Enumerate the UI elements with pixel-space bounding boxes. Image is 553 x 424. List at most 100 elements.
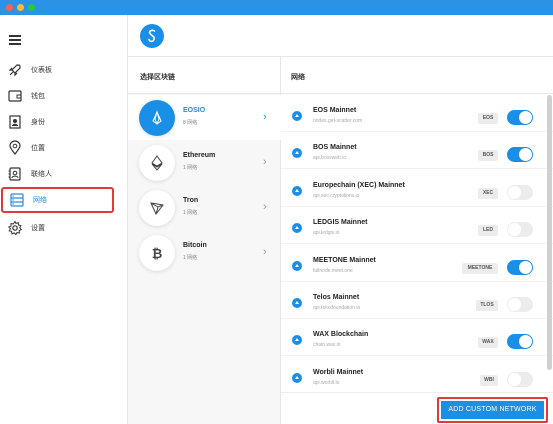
sidebar-item-label: 网络 xyxy=(33,197,47,204)
svg-text:₿: ₿ xyxy=(152,247,163,262)
server-icon xyxy=(10,193,24,207)
network-symbol-badge: XEC xyxy=(478,187,498,199)
rocket-icon xyxy=(8,64,21,77)
network-enable-toggle[interactable] xyxy=(507,259,533,275)
chain-item-eosio[interactable]: EOSIO 8 网络 › xyxy=(128,95,281,140)
network-symbol-badge: WBI xyxy=(480,374,498,386)
expand-icon[interactable] xyxy=(292,111,302,121)
toggle-knob xyxy=(519,111,532,124)
network-name: Worbli Mainnet xyxy=(313,368,364,376)
network-host: fullnode.meet.one xyxy=(313,267,353,274)
expand-icon[interactable] xyxy=(292,260,302,271)
network-symbol-badge: MEETONE xyxy=(462,262,498,274)
sidebar-item-settings[interactable]: 设置 xyxy=(0,215,128,241)
network-row: LEDGIS Mainnet api.ledgis.io LED xyxy=(281,207,553,245)
sidebar-item-wallet[interactable]: 钱包 xyxy=(0,83,128,109)
close-window-button[interactable] xyxy=(6,4,13,11)
network-name: WAX Blockchain xyxy=(313,331,369,339)
chevron-right-icon: › xyxy=(263,111,267,123)
toggle-knob xyxy=(519,148,532,162)
tron-logo-icon xyxy=(139,190,175,226)
panel-title: 选择区块链 xyxy=(140,74,175,81)
toggle-knob xyxy=(508,223,521,237)
toggle-knob xyxy=(519,260,532,274)
chain-name: Bitcoin xyxy=(183,242,207,249)
network-row: WAX Blockchain chain.wax.io WAX xyxy=(281,319,553,357)
expand-icon[interactable] xyxy=(292,372,302,383)
expand-icon[interactable] xyxy=(292,298,302,308)
chain-name: Tron xyxy=(183,197,199,204)
network-host: api.telosfoundation.io xyxy=(313,305,361,311)
network-row: EOS Mainnet nodes.get-scatter.com EOS xyxy=(281,95,553,132)
network-name: LEDGIS Mainnet xyxy=(313,219,368,227)
chain-network-count: 1 网络 xyxy=(183,165,198,171)
blockchain-panel: 选择区块链 EOSIO 8 网络 › Ethereum 1 网络 › Tron … xyxy=(128,57,281,424)
sidebar-item-contacts[interactable]: 联络人 xyxy=(0,161,128,187)
network-enable-toggle[interactable] xyxy=(507,371,533,387)
sidebar-item-label: 联络人 xyxy=(31,171,52,178)
network-row: Telos Mainnet api.telosfoundation.io TLOS xyxy=(281,282,553,319)
network-name: Europechain (XEC) Mainnet xyxy=(313,181,405,189)
chevron-right-icon: › xyxy=(263,201,267,213)
toggle-knob xyxy=(519,335,532,349)
chain-network-count: 8 网络 xyxy=(183,120,198,126)
network-symbol-badge: WAX xyxy=(478,337,498,349)
expand-icon[interactable] xyxy=(292,148,302,159)
network-row: MEETONE Mainnet fullnode.meet.one MEETONE xyxy=(281,245,553,282)
network-enable-toggle[interactable] xyxy=(507,334,533,350)
toggle-knob xyxy=(508,298,521,311)
expand-icon[interactable] xyxy=(292,335,302,346)
network-enable-toggle[interactable] xyxy=(507,297,533,312)
network-enable-toggle[interactable] xyxy=(507,222,533,238)
networks-scrollbar[interactable] xyxy=(547,95,552,370)
wallet-icon xyxy=(8,90,22,102)
network-row: Europechain (XEC) Mainnet api.xec.cryptol… xyxy=(281,170,553,207)
networks-footer: ADD CUSTOM NETWORK xyxy=(281,392,553,424)
contacts-icon xyxy=(8,167,21,181)
network-name: EOS Mainnet xyxy=(313,107,357,114)
expand-icon[interactable] xyxy=(292,223,302,234)
network-name: BOS Mainnet xyxy=(313,144,357,152)
chevron-right-icon: › xyxy=(263,156,267,168)
chevron-right-icon: › xyxy=(263,246,267,258)
panel-title: 网络 xyxy=(291,74,305,81)
maximize-window-button[interactable] xyxy=(28,4,35,11)
sidebar-item-dashboard[interactable]: 仪表板 xyxy=(0,57,128,83)
toggle-knob xyxy=(508,185,521,199)
networks-panel: 网络 EOS Mainnet nodes.get-scatter.com EOS BO… xyxy=(281,57,553,424)
chain-name: Ethereum xyxy=(183,152,216,159)
top-bar xyxy=(128,15,553,57)
network-enable-toggle[interactable] xyxy=(507,147,533,163)
window-titlebar xyxy=(0,0,553,15)
sidebar-item-label: 钱包 xyxy=(31,93,45,100)
networks-panel-header: 网络 xyxy=(281,57,553,94)
network-host: api.xec.cryptolions.io xyxy=(313,192,360,199)
network-host: chain.wax.io xyxy=(313,342,341,349)
network-host: api.ledgis.io xyxy=(313,230,340,237)
chain-item-ethereum[interactable]: Ethereum 1 网络 › xyxy=(128,140,281,185)
chain-item-bitcoin[interactable]: ₿ Bitcoin 1 网络 › xyxy=(128,230,281,275)
location-pin-icon xyxy=(9,140,21,155)
add-custom-network-button[interactable]: ADD CUSTOM NETWORK xyxy=(437,397,548,423)
network-host: api.bossweb.io xyxy=(313,155,347,162)
network-name: Telos Mainnet xyxy=(313,294,360,301)
sidebar-item-networks[interactable]: 网络 xyxy=(1,187,114,213)
sidebar-item-identity[interactable]: 身份 xyxy=(0,109,128,135)
chain-item-tron[interactable]: Tron 1 网络 › xyxy=(128,185,281,230)
minimize-window-button[interactable] xyxy=(17,4,24,11)
expand-icon[interactable] xyxy=(292,185,302,196)
network-symbol-badge: LED xyxy=(478,225,498,237)
menu-icon[interactable] xyxy=(9,35,21,45)
chain-name: EOSIO xyxy=(183,107,206,114)
sidebar-item-label: 仪表板 xyxy=(31,67,52,74)
blockchain-panel-header: 选择区块链 xyxy=(128,57,280,94)
ethereum-logo-icon xyxy=(139,145,175,181)
network-symbol-badge: BOS xyxy=(478,150,498,162)
toggle-knob xyxy=(508,372,521,386)
chain-network-count: 1 网络 xyxy=(183,255,198,261)
sidebar-item-location[interactable]: 位置 xyxy=(0,135,128,161)
network-enable-toggle[interactable] xyxy=(507,184,533,200)
sidebar-item-label: 设置 xyxy=(31,225,45,232)
network-enable-toggle[interactable] xyxy=(507,110,533,125)
chain-network-count: 1 网络 xyxy=(183,210,198,216)
